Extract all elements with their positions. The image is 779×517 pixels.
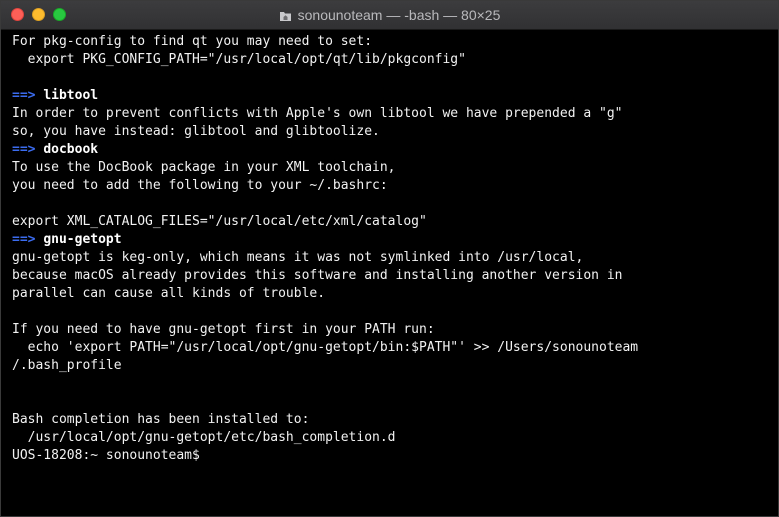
output-line: Bash completion has been installed to: — [12, 411, 778, 429]
window-title: sonounoteam — -bash — 80×25 — [279, 7, 501, 23]
output-line: ==> gnu-getopt — [12, 231, 778, 249]
homebrew-arrow: ==> — [12, 88, 36, 103]
output-line: you need to add the following to your ~/… — [12, 177, 778, 195]
output-text: For pkg-config to find qt you may need t… — [12, 34, 373, 49]
terminal-window: sonounoteam — -bash — 80×25 For pkg-conf… — [0, 0, 779, 517]
output-text: because macOS already provides this soft… — [12, 268, 623, 283]
output-text: so, you have instead: glibtool and glibt… — [12, 124, 380, 139]
output-text: /.bash_profile — [12, 358, 122, 373]
output-line: export PKG_CONFIG_PATH="/usr/local/opt/q… — [12, 51, 778, 69]
package-heading: libtool — [43, 88, 99, 103]
output-line: For pkg-config to find qt you may need t… — [12, 33, 778, 51]
terminal-output[interactable]: For pkg-config to find qt you may need t… — [1, 30, 778, 516]
output-line: /.bash_profile — [12, 357, 778, 375]
output-text: you need to add the following to your ~/… — [12, 178, 388, 193]
output-text: UOS-18208:~ sonounoteam$ — [12, 448, 208, 463]
output-line: /usr/local/opt/gnu-getopt/etc/bash_compl… — [12, 429, 778, 447]
output-line: parallel can cause all kinds of trouble. — [12, 285, 778, 303]
output-line: export XML_CATALOG_FILES="/usr/local/etc… — [12, 213, 778, 231]
output-text: /usr/local/opt/gnu-getopt/etc/bash_compl… — [12, 430, 396, 445]
home-folder-icon — [279, 9, 292, 22]
output-line: ==> docbook — [12, 141, 778, 159]
output-line: because macOS already provides this soft… — [12, 267, 778, 285]
prompt-line: UOS-18208:~ sonounoteam$ — [12, 447, 778, 465]
homebrew-arrow: ==> — [12, 232, 36, 247]
output-text: If you need to have gnu-getopt first in … — [12, 322, 435, 337]
output-line: so, you have instead: glibtool and glibt… — [12, 123, 778, 141]
package-heading: gnu-getopt — [43, 232, 122, 247]
package-heading: docbook — [43, 142, 99, 157]
output-text: echo 'export PATH="/usr/local/opt/gnu-ge… — [12, 340, 639, 355]
zoom-button[interactable] — [53, 8, 66, 21]
homebrew-arrow: ==> — [12, 142, 36, 157]
output-text: To use the DocBook package in your XML t… — [12, 160, 396, 175]
title-bar[interactable]: sonounoteam — -bash — 80×25 — [1, 1, 778, 30]
output-line: echo 'export PATH="/usr/local/opt/gnu-ge… — [12, 339, 778, 357]
output-line: To use the DocBook package in your XML t… — [12, 159, 778, 177]
output-line: gnu-getopt is keg-only, which means it w… — [12, 249, 778, 267]
window-controls — [11, 8, 66, 21]
output-text: parallel can cause all kinds of trouble. — [12, 286, 326, 301]
close-button[interactable] — [11, 8, 24, 21]
output-text: Bash completion has been installed to: — [12, 412, 310, 427]
output-line: If you need to have gnu-getopt first in … — [12, 321, 778, 339]
output-line: In order to prevent conflicts with Apple… — [12, 105, 778, 123]
window-title-text: sonounoteam — -bash — 80×25 — [297, 7, 501, 23]
minimize-button[interactable] — [32, 8, 45, 21]
output-text: gnu-getopt is keg-only, which means it w… — [12, 250, 584, 265]
output-text: export XML_CATALOG_FILES="/usr/local/etc… — [12, 214, 427, 229]
output-text: export PKG_CONFIG_PATH="/usr/local/opt/q… — [12, 52, 466, 67]
output-line: ==> libtool — [12, 87, 778, 105]
output-text: In order to prevent conflicts with Apple… — [12, 106, 623, 121]
